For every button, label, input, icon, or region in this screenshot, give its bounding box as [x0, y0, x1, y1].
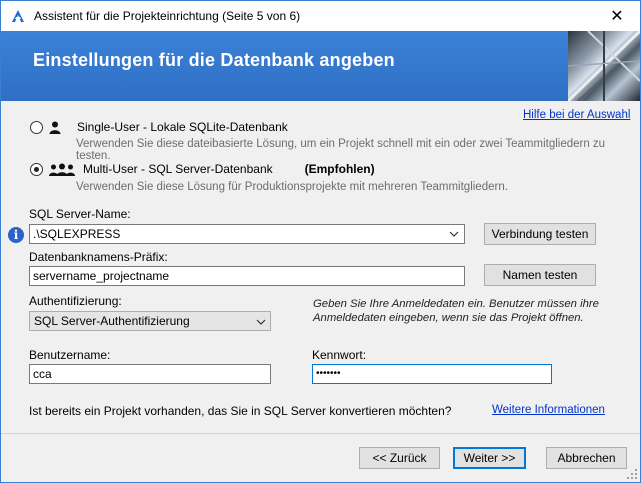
test-name-button[interactable]: Namen testen	[484, 264, 596, 286]
username-input[interactable]: cca	[29, 364, 271, 384]
single-user-label: Single-User - Lokale SQLite-Datenbank	[77, 120, 288, 134]
db-prefix-label: Datenbanknamens-Präfix:	[29, 250, 168, 264]
resize-grip-icon[interactable]	[627, 469, 638, 480]
close-button[interactable]: ✕	[594, 1, 640, 31]
multi-user-description: Verwenden Sie diese Lösung für Produktio…	[76, 181, 508, 193]
banner-image	[566, 31, 640, 101]
help-link[interactable]: Hilfe bei der Auswahl	[523, 109, 630, 121]
page-title: Einstellungen für die Datenbank angeben	[33, 50, 395, 70]
single-user-option[interactable]: Single-User - Lokale SQLite-Datenbank	[30, 120, 288, 134]
next-button[interactable]: Weiter >>	[453, 447, 526, 469]
header-banner: Einstellungen für die Datenbank angeben	[1, 31, 640, 101]
recommended-badge: (Empfohlen)	[304, 162, 375, 176]
convert-question: Ist bereits ein Projekt vorhanden, das S…	[29, 404, 452, 418]
password-label: Kennwort:	[312, 348, 367, 362]
autodesk-a-icon	[10, 8, 26, 24]
auth-hint: Geben Sie Ihre Anmeldedaten ein. Benutze…	[313, 298, 599, 324]
sql-server-label: SQL Server-Name:	[29, 207, 131, 221]
setup-wizard-window: Assistent für die Projekteinrichtung (Se…	[0, 0, 641, 483]
multi-user-icon	[49, 162, 75, 176]
single-user-radio[interactable]	[30, 120, 43, 134]
title-bar: Assistent für die Projekteinrichtung (Se…	[1, 1, 640, 31]
single-user-description: Verwenden Sie diese dateibasierte Lösung…	[76, 138, 606, 162]
auth-value: SQL Server-Authentifizierung	[34, 314, 190, 328]
window-title: Assistent für die Projekteinrichtung (Se…	[34, 9, 301, 23]
multi-user-radio[interactable]	[30, 162, 43, 176]
multi-user-label: Multi-User - SQL Server-Datenbank	[83, 162, 273, 176]
info-icon: i	[8, 227, 24, 243]
chevron-down-icon[interactable]	[256, 314, 266, 328]
more-info-link[interactable]: Weitere Informationen	[492, 404, 605, 416]
db-prefix-input[interactable]: servername_projectname	[29, 266, 465, 286]
single-user-icon	[49, 120, 61, 134]
auth-label: Authentifizierung:	[29, 294, 122, 308]
test-connection-button[interactable]: Verbindung testen	[484, 223, 596, 245]
sql-server-value: .\SQLEXPRESS	[33, 227, 121, 241]
auth-dropdown[interactable]: SQL Server-Authentifizierung	[29, 311, 271, 331]
cancel-button[interactable]: Abbrechen	[546, 447, 627, 469]
back-button[interactable]: << Zurück	[359, 447, 440, 469]
sql-server-combo[interactable]: .\SQLEXPRESS	[29, 224, 465, 244]
footer-separator	[1, 433, 640, 434]
multi-user-option[interactable]: Multi-User - SQL Server-Datenbank (Empfo…	[30, 162, 375, 176]
chevron-down-icon[interactable]	[449, 228, 459, 240]
password-input[interactable]: •••••••	[312, 364, 552, 384]
username-label: Benutzername:	[29, 348, 111, 362]
